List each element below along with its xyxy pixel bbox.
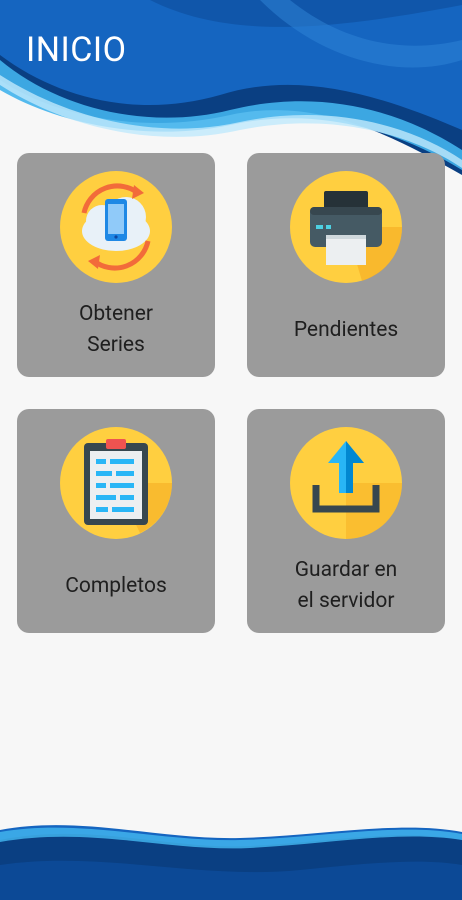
upload-icon — [290, 427, 402, 539]
page-title: INICIO — [26, 30, 127, 70]
printer-icon — [290, 171, 402, 283]
tile-label: Pendientes — [293, 318, 399, 342]
obtener-series-button[interactable]: Obtener Series — [17, 153, 215, 377]
tile-label: Obtener Series — [78, 302, 154, 357]
footer-wave-background — [0, 825, 462, 900]
guardar-en-servidor-button[interactable]: Guardar en el servidor — [247, 409, 445, 633]
clipboard-icon — [60, 427, 172, 539]
tile-label: Guardar en el servidor — [294, 558, 398, 613]
tile-label: Completos — [65, 574, 167, 598]
sync-phone-icon — [60, 171, 172, 283]
pendientes-button[interactable]: Pendientes — [247, 153, 445, 377]
completos-button[interactable]: Completos — [17, 409, 215, 633]
